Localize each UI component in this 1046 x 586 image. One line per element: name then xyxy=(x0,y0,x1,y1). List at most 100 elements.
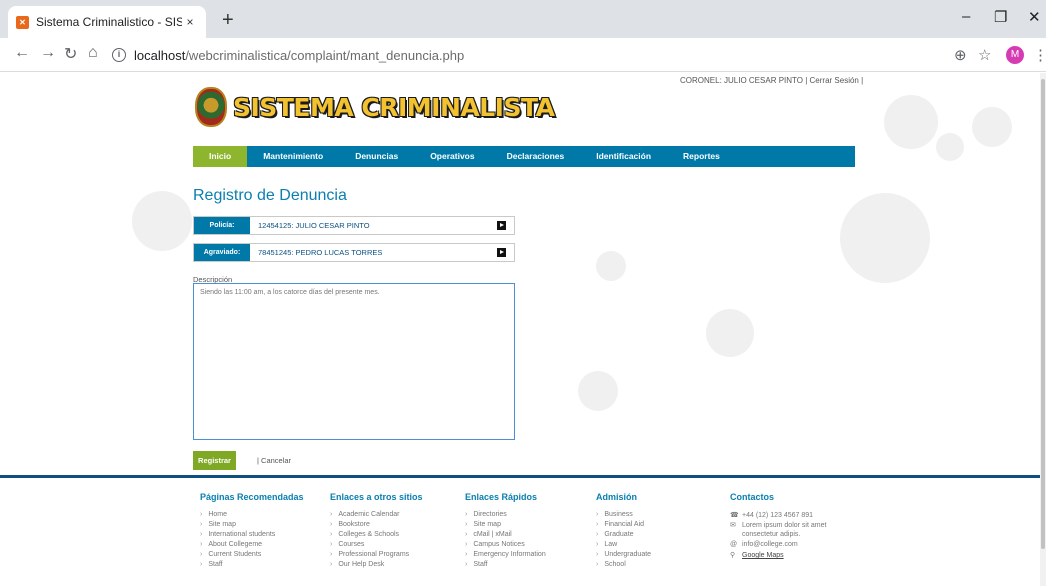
police-picker-icon[interactable] xyxy=(497,221,506,230)
browser-tab-title: Sistema Criminalistico - SISCrimi xyxy=(36,15,182,29)
bookmark-star-icon[interactable]: ☆ xyxy=(978,46,991,64)
nav-declaraciones[interactable]: Declaraciones xyxy=(491,146,581,167)
footer-link[interactable]: Our Help Desk xyxy=(330,561,423,571)
back-icon[interactable]: ← xyxy=(14,44,30,62)
browser-toolbar: ← → ↻ ⌂ i localhost/webcriminalistica/co… xyxy=(0,38,1046,72)
window-close-icon[interactable]: ✕ xyxy=(1028,8,1041,26)
victim-label: Agraviado: xyxy=(194,244,250,261)
nav-inicio[interactable]: Inicio xyxy=(193,146,248,167)
footer-link[interactable]: Undergraduate xyxy=(596,551,651,561)
contact-maps[interactable]: ⚲ Google Maps xyxy=(730,551,826,561)
zoom-icon[interactable]: ⊕ xyxy=(954,46,967,64)
footer-link[interactable]: Site map xyxy=(465,521,546,531)
footer-link[interactable]: Current Students xyxy=(200,551,304,561)
footer-link[interactable]: cMail | xMail xyxy=(465,531,546,541)
nav-operativos[interactable]: Operativos xyxy=(414,146,490,167)
main-navigation: Inicio Mantenimiento Denuncias Operativo… xyxy=(193,146,855,167)
cancel-link[interactable]: | Cancelar xyxy=(257,456,291,465)
background-bubble xyxy=(706,309,754,357)
footer-column-contacts: Contactos ☎ +44 (12) 123 4567 891 ✉ Lorem … xyxy=(730,492,826,561)
phone-icon: ☎ xyxy=(730,512,739,519)
contact-address-line2: consectetur adipis. xyxy=(742,531,801,538)
map-pin-icon: ⚲ xyxy=(730,552,736,559)
nav-denuncias[interactable]: Denuncias xyxy=(339,146,414,167)
footer-link[interactable]: About Collegeme xyxy=(200,541,304,551)
user-session-bar[interactable]: CORONEL: JULIO CESAR PINTO | Cerrar Sesi… xyxy=(680,76,863,85)
minimize-icon[interactable]: – xyxy=(962,8,970,25)
background-bubble xyxy=(972,107,1012,147)
footer-link[interactable]: Site map xyxy=(200,521,304,531)
police-emblem-icon xyxy=(195,87,227,127)
forward-icon[interactable]: → xyxy=(40,44,56,62)
footer-link[interactable]: Courses xyxy=(330,541,423,551)
site-info-icon[interactable]: i xyxy=(112,48,126,62)
background-bubble xyxy=(840,193,930,283)
police-label: Policía: xyxy=(194,217,250,234)
footer-link[interactable]: Financial Aid xyxy=(596,521,651,531)
footer-link[interactable]: Law xyxy=(596,541,651,551)
background-bubble xyxy=(596,251,626,281)
site-footer: Páginas Recomendadas Home Site map Inter… xyxy=(0,475,1040,586)
url-path: /webcriminalistica/complaint/mant_denunc… xyxy=(185,47,465,63)
footer-link[interactable]: Academic Calendar xyxy=(330,511,423,521)
background-bubble xyxy=(884,95,938,149)
at-icon: @ xyxy=(730,541,738,548)
contact-address: ✉ Lorem ipsum dolor sit amet xyxy=(730,522,827,529)
footer-link[interactable]: Colleges & Schools xyxy=(330,531,423,541)
contact-phone: ☎ +44 (12) 123 4567 891 xyxy=(730,512,814,519)
web-page: CORONEL: JULIO CESAR PINTO | Cerrar Sesi… xyxy=(0,73,1046,586)
footer-link[interactable]: Emergency Information xyxy=(465,551,545,561)
footer-link[interactable]: Staff xyxy=(465,561,546,571)
footer-link[interactable]: Graduate xyxy=(596,531,651,541)
address-bar[interactable]: i localhost/webcriminalistica/complaint/… xyxy=(112,43,992,67)
footer-link[interactable]: Directories xyxy=(465,511,546,521)
footer-link[interactable]: Bookstore xyxy=(330,521,423,531)
background-bubble xyxy=(132,191,192,251)
logo-text: SISTEMA CRIMINALISTA xyxy=(233,92,555,122)
tab-close-icon[interactable]: × xyxy=(182,15,198,29)
xampp-favicon-icon: ✕ xyxy=(16,15,29,29)
background-bubble xyxy=(578,371,618,411)
footer-link[interactable]: Professional Programs xyxy=(330,551,423,561)
victim-field: Agraviado: 78451245: PEDRO LUCAS TORRES xyxy=(193,243,515,262)
footer-column-quick: Enlaces Rápidos Directories Site map cMa… xyxy=(465,492,546,571)
browser-tab[interactable]: ✕ Sistema Criminalistico - SISCrimi × xyxy=(8,6,206,38)
footer-link[interactable]: School xyxy=(596,561,651,571)
police-field: Policía: 12454125: JULIO CESAR PINTO xyxy=(193,216,515,235)
menu-kebab-icon[interactable]: ⋮ xyxy=(1033,46,1046,64)
footer-link[interactable]: Staff xyxy=(200,561,304,571)
reload-icon[interactable]: ↻ xyxy=(64,44,77,64)
page-title: Registro de Denuncia xyxy=(193,187,347,204)
victim-value: 78451245: PEDRO LUCAS TORRES xyxy=(258,248,383,257)
footer-heading: Admisión xyxy=(596,492,638,502)
nav-reportes[interactable]: Reportes xyxy=(667,146,736,167)
victim-picker-icon[interactable] xyxy=(497,248,506,257)
background-bubble xyxy=(936,133,964,161)
restore-icon[interactable]: ❐ xyxy=(994,8,1007,26)
footer-column-recommended: Páginas Recomendadas Home Site map Inter… xyxy=(200,492,304,571)
footer-heading: Contactos xyxy=(730,492,775,502)
site-logo[interactable]: SISTEMA CRIMINALISTA xyxy=(195,87,555,127)
footer-column-admission: Admisión Business Financial Aid Graduate… xyxy=(596,492,651,571)
description-textarea[interactable]: Siendo las 11:00 am, a los catorce días … xyxy=(193,283,515,440)
new-tab-button[interactable]: + xyxy=(222,9,234,32)
url-host: localhost xyxy=(134,47,186,63)
footer-link[interactable]: Home xyxy=(200,511,304,521)
footer-heading: Páginas Recomendadas xyxy=(200,492,304,502)
nav-identificacion[interactable]: Identificación xyxy=(580,146,667,167)
page-scrollbar[interactable] xyxy=(1040,73,1046,586)
browser-tab-strip: ✕ Sistema Criminalistico - SISCrimi × + … xyxy=(0,0,1046,38)
police-value: 12454125: JULIO CESAR PINTO xyxy=(258,221,370,230)
profile-avatar[interactable]: M xyxy=(1006,46,1024,64)
register-button[interactable]: Registrar xyxy=(193,451,236,470)
nav-mantenimiento[interactable]: Mantenimiento xyxy=(247,146,339,167)
footer-link[interactable]: Business xyxy=(596,511,651,521)
footer-link[interactable]: Campus Notices xyxy=(465,541,546,551)
mail-icon: ✉ xyxy=(730,522,736,529)
contact-email[interactable]: @ info@college.com xyxy=(730,541,826,551)
scrollbar-thumb[interactable] xyxy=(1041,79,1045,549)
home-icon[interactable]: ⌂ xyxy=(88,44,98,62)
footer-heading: Enlaces Rápidos xyxy=(465,492,538,502)
footer-link[interactable]: International students xyxy=(200,531,304,541)
footer-column-links: Enlaces a otros sitios Academic Calendar… xyxy=(330,492,423,571)
